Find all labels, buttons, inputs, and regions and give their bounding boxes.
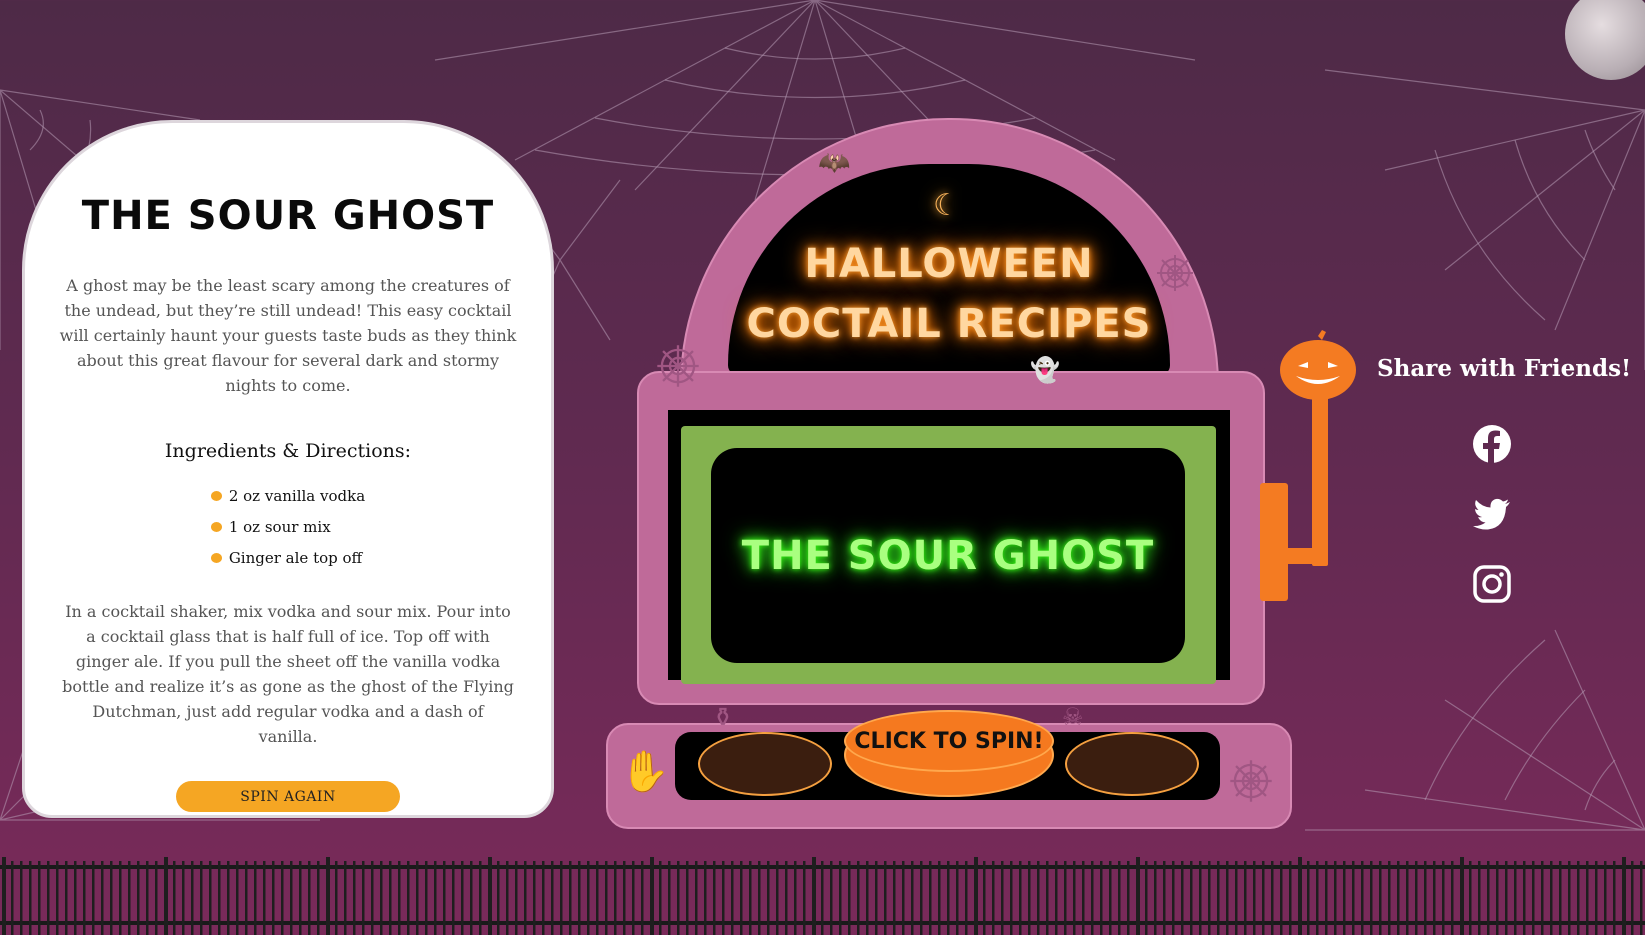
left-reel-button[interactable] [698,732,832,796]
slot-machine: ☾ HALLOWEEN COCTAIL RECIPES 🦇 👻 THE SOUR… [600,118,1300,829]
skull-icon: ☠ [1062,703,1084,731]
list-item: 2 oz vanilla vodka [210,480,366,511]
recipe-title: THE SOUR GHOST [81,193,495,239]
pumpkin-bullet-icon [210,521,222,532]
ingredients-list: 2 oz vanilla vodka 1 oz sour mix Ginger … [210,480,366,573]
pumpkin-bullet-icon [210,552,222,563]
machine-title-line2: COCTAIL RECIPES [746,301,1152,347]
ingredients-heading: Ingredients & Directions: [164,440,412,462]
reel-result: THE SOUR GHOST [741,532,1155,579]
recipe-directions: In a cocktail shaker, mix vodka and sour… [62,602,514,746]
share-heading: Share with Friends! [1377,355,1632,382]
bat-icon: 🦇 [818,148,851,178]
lever-mount [1260,483,1288,601]
graveyard-fence [0,857,1645,935]
machine-title: HALLOWEEN COCTAIL RECIPES [728,234,1170,354]
recipe-description: A ghost may be the least scary among the… [59,276,517,395]
instagram-icon[interactable] [1472,564,1512,604]
spiderweb-icon [1230,760,1272,802]
lever-stick[interactable] [1312,382,1328,566]
pumpkin-lever-icon[interactable] [1278,330,1358,402]
ghost-icon: 👻 [1030,356,1060,384]
facebook-icon[interactable] [1472,424,1512,464]
ingredient-text: 1 oz sour mix [228,517,331,536]
spin-again-button[interactable]: SPIN AGAIN [176,781,400,812]
list-item: 1 oz sour mix [210,511,365,542]
spiderweb-icon [1157,255,1193,291]
list-item: Ginger ale top off [210,542,365,573]
spiderweb-icon [657,345,699,387]
twitter-icon[interactable] [1472,494,1512,534]
click-to-spin-button[interactable]: CLICK TO SPIN! [844,710,1054,772]
ingredient-text: 2 oz vanilla vodka [228,486,366,505]
reel-screen: THE SOUR GHOST [711,448,1185,663]
lever-arm [1286,548,1328,564]
zombie-hand-icon: ✋ [620,749,670,795]
ingredient-text: Ginger ale top off [228,548,363,567]
crescent-moon-icon: ☾ [933,188,960,223]
right-reel-button[interactable] [1065,732,1199,796]
recipe-card: THE SOUR GHOST A ghost may be the least … [22,120,554,818]
cauldron-icon: ⚱ [712,703,734,733]
pumpkin-bullet-icon [210,490,222,501]
machine-title-line1: HALLOWEEN [804,241,1094,287]
